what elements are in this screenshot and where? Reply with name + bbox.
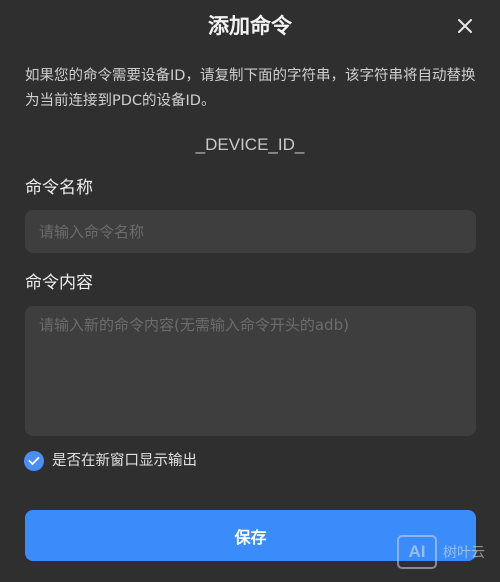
command-content-input[interactable] xyxy=(25,306,476,436)
close-button[interactable] xyxy=(452,13,478,39)
new-window-label: 是否在新窗口显示输出 xyxy=(52,453,197,469)
check-icon xyxy=(28,456,40,465)
new-window-checkbox[interactable] xyxy=(24,451,44,471)
command-name-label: 命令名称 xyxy=(25,178,93,198)
add-command-dialog: 添加命令 如果您的命令需要设备ID，请复制下面的字符串，该字符串将自动替换为当前… xyxy=(0,0,500,582)
command-content-label: 命令内容 xyxy=(25,273,93,293)
watermark-text: 树叶云 xyxy=(443,545,485,561)
device-id-token[interactable]: _DEVICE_ID_ xyxy=(0,133,500,157)
dialog-description: 如果您的命令需要设备ID，请复制下面的字符串，该字符串将自动替换为当前连接到PD… xyxy=(25,68,476,109)
dialog-title: 添加命令 xyxy=(208,14,292,38)
close-icon xyxy=(458,19,472,33)
watermark: AI 树叶云 xyxy=(397,535,485,569)
watermark-logo: AI xyxy=(397,535,437,569)
new-window-option[interactable]: 是否在新窗口显示输出 xyxy=(24,449,197,473)
command-name-input[interactable] xyxy=(25,210,476,253)
